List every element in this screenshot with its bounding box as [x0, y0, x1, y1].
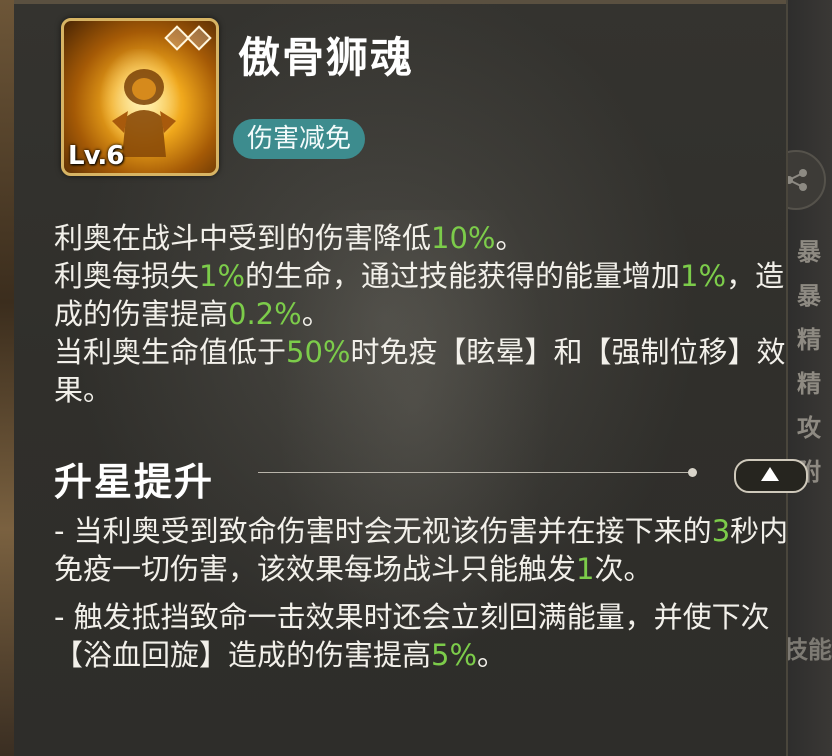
highlight-value: 1% — [199, 259, 246, 293]
highlight-value: 0.2% — [228, 297, 302, 331]
description-line: 利奥每损失1%的生命，通过技能获得的能量增加1%，造成的伤害提高0.2%。 — [54, 259, 785, 331]
highlight-value: 10% — [431, 221, 496, 255]
divider-dot — [688, 468, 697, 477]
skill-tag: 伤害减免 — [233, 119, 366, 159]
chevron-up-icon — [761, 467, 779, 481]
highlight-value: 5% — [431, 638, 478, 672]
collapse-button[interactable] — [734, 459, 808, 493]
highlight-value: 1 — [576, 552, 595, 586]
highlight-value: 50% — [286, 335, 351, 369]
golden-lion-warrior-icon: Lv.6 — [61, 18, 219, 176]
star-upgrade-title: 升星提升 — [54, 460, 215, 504]
star-diamond-icon — [186, 25, 212, 51]
description-line: 当利奥生命值低于50%时免疫【眩晕】和【强制位移】效果。 — [54, 335, 786, 407]
skill-name: 傲骨狮魂 — [238, 33, 415, 82]
panel-top-border — [14, 0, 786, 4]
star-rating — [164, 25, 212, 51]
background-scene-left — [0, 0, 14, 756]
star-upgrade-list: - 当利奥受到致命伤害时会无视该伤害并在接下来的3秒内免疫一切伤害，该效果每场战… — [54, 512, 794, 684]
skill-description: 利奥在战斗中受到的伤害降低10%。 利奥每损失1%的生命，通过技能获得的能量增加… — [54, 219, 804, 409]
list-item: - 触发抵挡致命一击效果时还会立刻回满能量，并使下次【浴血回旋】造成的伤害提高5… — [54, 600, 770, 672]
description-line: 利奥在战斗中受到的伤害降低10%。 — [54, 221, 525, 255]
section-divider — [258, 472, 694, 473]
highlight-value: 3 — [711, 514, 731, 548]
highlight-value: 1% — [680, 259, 727, 293]
list-item: - 当利奥受到致命伤害时会无视该伤害并在接下来的3秒内免疫一切伤害，该效果每场战… — [54, 514, 789, 586]
skill-level: Lv.6 — [68, 141, 124, 171]
side-stat-char: 攻 — [797, 414, 821, 442]
